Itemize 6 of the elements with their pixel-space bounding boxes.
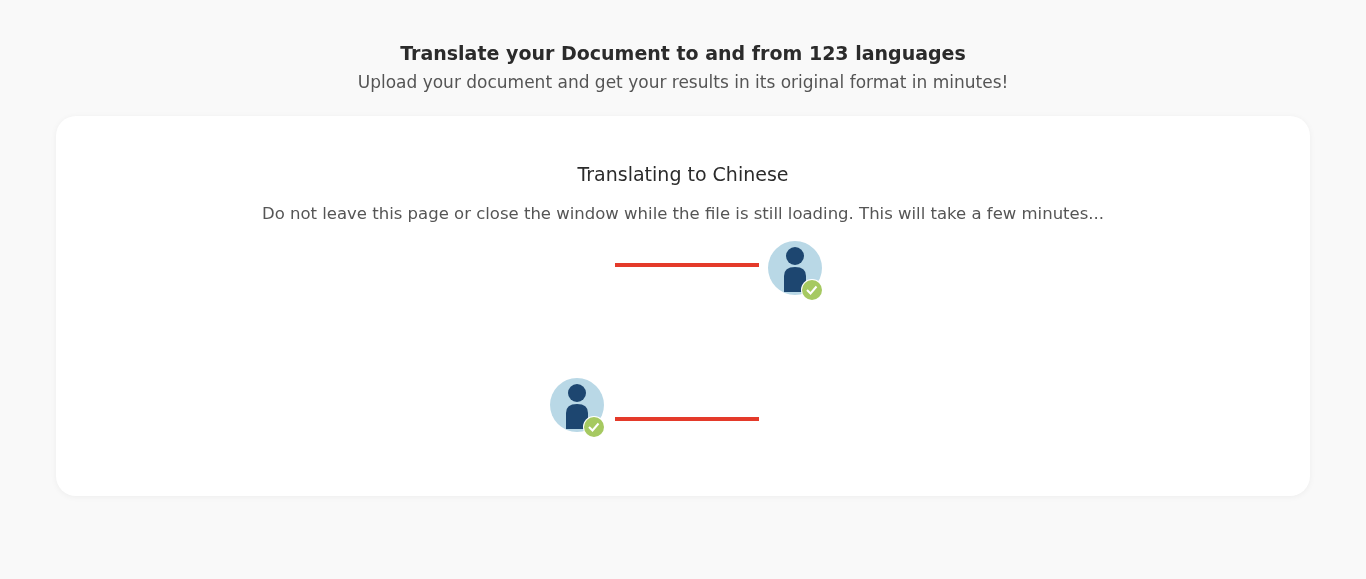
page-subtitle: Upload your document and get your results in its original format in minutes!	[357, 71, 1009, 94]
user-avatar-icon	[768, 241, 823, 301]
status-title: Translating to Chinese	[577, 162, 789, 187]
status-message: Do not leave this page or close the window while the file is still loading. This will take a few minutes...	[261, 203, 1105, 225]
user-avatar-icon	[550, 378, 605, 438]
page-title: Translate your Document to and from 123 languages	[400, 41, 966, 66]
